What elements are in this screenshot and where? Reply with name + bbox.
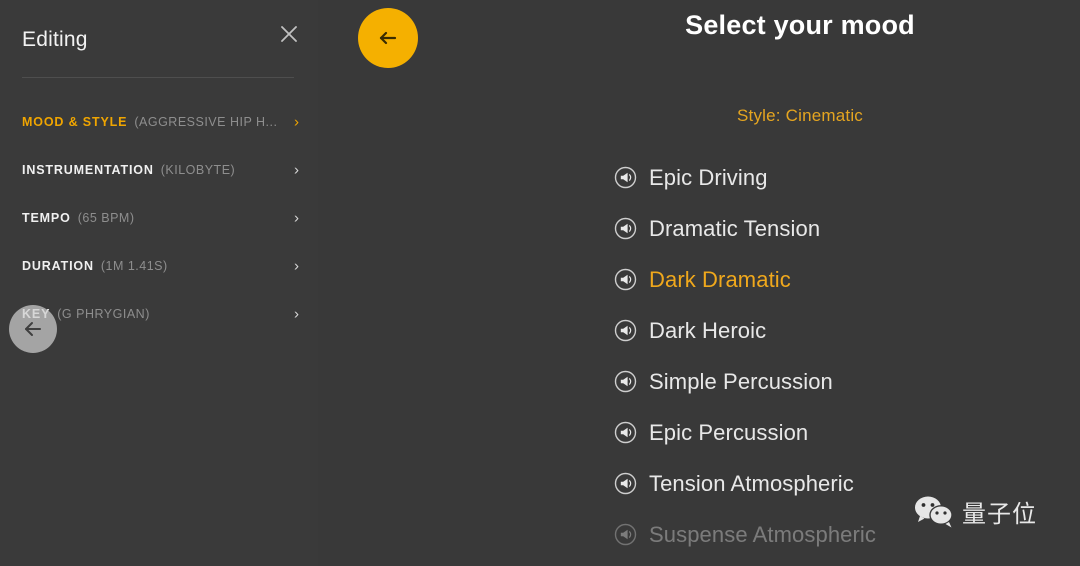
mood-item-dark-heroic[interactable]: Dark Heroic <box>612 305 1080 356</box>
mood-item-label: Dramatic Tension <box>649 215 821 241</box>
chevron-right-icon: › <box>294 113 299 131</box>
mood-item-label: Epic Percussion <box>649 419 809 445</box>
mood-item-label: Suspense Atmospheric <box>649 521 877 547</box>
mood-item-simple-percussion[interactable]: Simple Percussion <box>612 356 1080 407</box>
mood-panel-title: Select your mood <box>685 10 915 40</box>
app-root: Editing MOOD & STYLE (AGGRESSIVE HIP H..… <box>0 0 1080 566</box>
speaker-icon[interactable] <box>614 472 637 495</box>
param-value: (AGGRESSIVE HIP H... <box>134 115 278 129</box>
mood-item-label: Epic Driving <box>649 164 768 190</box>
mood-item-dramatic-tension[interactable]: Dramatic Tension <box>612 203 1080 254</box>
param-value: (KILOBYTE) <box>160 163 236 177</box>
parameter-list: MOOD & STYLE (AGGRESSIVE HIP H... › INST… <box>0 98 318 338</box>
chevron-right-icon: › <box>294 161 299 179</box>
speaker-icon[interactable] <box>614 523 637 546</box>
param-value: (1M 1.41S) <box>100 259 168 273</box>
style-label: Style: Cinematic <box>736 106 864 125</box>
mood-item-label: Simple Percussion <box>649 368 833 394</box>
mood-item-epic-driving[interactable]: Epic Driving <box>612 152 1080 203</box>
back-button[interactable] <box>358 8 418 68</box>
speaker-icon[interactable] <box>614 268 637 291</box>
editing-panel: Editing MOOD & STYLE (AGGRESSIVE HIP H..… <box>0 0 318 566</box>
mood-item-label: Dark Heroic <box>649 317 767 343</box>
mood-item-epic-percussion[interactable]: Epic Percussion <box>612 407 1080 458</box>
mood-item-label: Dark Dramatic <box>649 266 791 292</box>
back-button-overlay[interactable] <box>9 305 57 353</box>
wechat-icon <box>912 495 956 529</box>
speaker-icon[interactable] <box>614 166 637 189</box>
page-title: Editing <box>22 28 88 51</box>
editing-header: Editing <box>0 0 318 78</box>
mood-item-label: Tension Atmospheric <box>649 470 854 496</box>
speaker-icon[interactable] <box>614 319 637 342</box>
arrow-left-icon <box>379 31 397 45</box>
mood-item-dark-dramatic[interactable]: Dark Dramatic <box>612 254 1080 305</box>
close-icon[interactable] <box>274 19 304 49</box>
arrow-left-icon <box>25 322 41 336</box>
param-label: MOOD & STYLE <box>22 115 128 129</box>
chevron-right-icon: › <box>294 209 299 227</box>
param-label: TEMPO <box>22 211 71 225</box>
param-row-mood-style[interactable]: MOOD & STYLE (AGGRESSIVE HIP H... › <box>0 98 318 146</box>
param-value: (G PHRYGIAN) <box>57 307 150 321</box>
speaker-icon[interactable] <box>614 421 637 444</box>
param-row-duration[interactable]: DURATION (1M 1.41S) › <box>0 242 318 290</box>
param-value: (65 BPM) <box>77 211 135 225</box>
speaker-icon[interactable] <box>614 217 637 240</box>
param-row-tempo[interactable]: TEMPO (65 BPM) › <box>0 194 318 242</box>
watermark: 量子位 <box>912 494 1037 529</box>
watermark-text: 量子位 <box>962 500 1037 528</box>
chevron-right-icon: › <box>294 305 299 323</box>
param-label: DURATION <box>22 259 94 273</box>
param-row-instrumentation[interactable]: INSTRUMENTATION (KILOBYTE) › <box>0 146 318 194</box>
mood-panel: Select your mood Style: Cinematic Epic D… <box>600 0 1080 566</box>
speaker-icon[interactable] <box>614 370 637 393</box>
chevron-right-icon: › <box>294 257 299 275</box>
param-label: INSTRUMENTATION <box>22 163 154 177</box>
divider <box>22 77 294 78</box>
